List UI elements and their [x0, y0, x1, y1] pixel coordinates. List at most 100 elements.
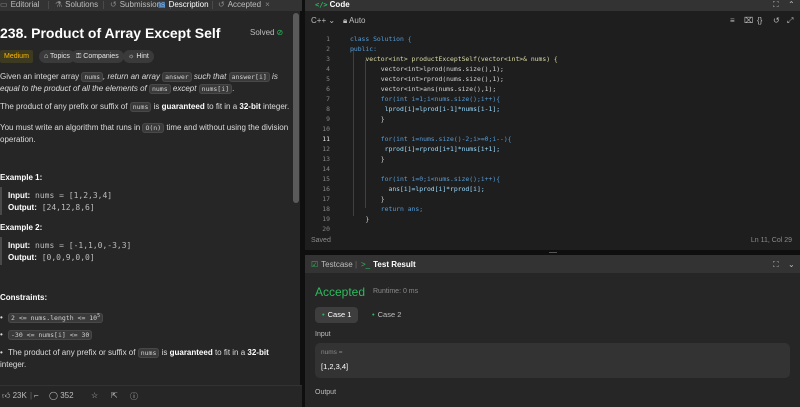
code-line: vector<int>ans(nums.size(),1); — [350, 85, 496, 93]
value: [0,0,9,0,0] — [41, 253, 95, 262]
code-line: for(int i=0;i<nums.size();i++){ — [350, 175, 500, 183]
editor-toolbar: C++ ⌄ 🔒︎ Auto ≡ ⌧ {} ↺ ⤢ — [305, 13, 800, 29]
line-number: 4 — [326, 65, 330, 73]
dislike-button[interactable]: ⌐ — [34, 391, 39, 400]
label: Input: — [8, 241, 31, 250]
star-icon: ☆ — [91, 391, 99, 400]
hint-button[interactable]: ☼ Hint — [123, 50, 154, 63]
collapse-icon[interactable]: ⌄ — [788, 260, 795, 269]
code-text: public: — [350, 45, 377, 53]
bullet: • — [0, 348, 3, 357]
lock-icon: 🔒︎ — [343, 16, 348, 25]
constraints-heading: Constraints: — [0, 293, 48, 302]
code-text: class Solution { — [350, 35, 412, 43]
code-text: } — [350, 215, 370, 223]
language-select[interactable]: C++ ⌄ — [311, 16, 335, 25]
solved-label: Solved — [250, 28, 275, 37]
favorite-button[interactable]: ☆ — [91, 391, 98, 400]
share-button[interactable]: ⇱ — [111, 391, 118, 400]
book-icon: ▭ — [0, 0, 8, 9]
comment-icon: ◯ — [49, 391, 58, 400]
case-tab-1[interactable]: • Case 1 — [315, 307, 359, 323]
likes-count: 23K — [12, 391, 27, 400]
inline-code: -30 <= nums[i] <= 30 — [8, 330, 93, 340]
page-title: 238. Product of Array Except Self — [0, 25, 221, 41]
line-number: 3 — [326, 55, 330, 63]
inline-code: answer — [162, 72, 192, 82]
maximize-icon[interactable]: ⛶ — [773, 0, 779, 10]
comments-count: 352 — [60, 391, 74, 400]
text: integer. — [0, 360, 27, 369]
collapse-icon[interactable]: ⌃ — [788, 0, 795, 10]
text: except — [170, 84, 199, 93]
autosave-indicator[interactable]: 🔒︎ Auto — [343, 16, 366, 26]
line-number: 5 — [326, 75, 330, 83]
code-title: Code — [329, 0, 350, 9]
text: integer. — [260, 102, 290, 111]
line-number: 15 — [322, 175, 330, 183]
inline-code: nums — [148, 84, 171, 94]
solved-status: Solved ⊘ — [250, 28, 283, 37]
code-line: } — [350, 115, 385, 123]
close-icon[interactable]: × — [265, 0, 270, 9]
code-text: for(int i=nums.size()-2;i>=0;i--){ — [350, 135, 512, 143]
text: , return an array — [103, 72, 163, 81]
companies-button[interactable]: ⚿ Companies — [71, 50, 124, 63]
line-number: 17 — [322, 195, 330, 203]
code-text: vector<int>rprod(nums.size(),1); — [350, 75, 504, 83]
tab-testcase[interactable]: ☑ Testcase — [311, 260, 353, 269]
expand-icon[interactable]: ⤢ — [787, 16, 793, 26]
thumbs-down-icon: ⌐ — [34, 391, 39, 400]
save-status: Saved — [311, 237, 331, 244]
code-editor[interactable]: 1 class Solution { 2 public: 3 vector<in… — [305, 32, 800, 233]
code-text: ans[i]=lprod[i]*rprod[i]; — [350, 185, 485, 193]
label: Input: — [8, 191, 31, 200]
text: The product of any prefix or suffix of — [0, 102, 130, 111]
tab-label: Test Result — [373, 260, 416, 269]
example-input: Input: nums = [-1,1,0,-3,3] — [8, 241, 131, 250]
scrollbar-thumb[interactable] — [293, 13, 299, 203]
example-bar — [0, 187, 2, 215]
problem-requirement: You must write an algorithm that runs in… — [0, 122, 290, 146]
input-box: nums = [1,2,3,4] — [315, 343, 790, 378]
code-tab[interactable]: </> Code — [315, 0, 350, 10]
code-text: for(int i=0;i<nums.size();i++){ — [350, 175, 501, 183]
braces-icon[interactable]: {} — [757, 16, 762, 25]
tab-description[interactable]: ▤ Description — [158, 0, 209, 11]
tab-label: Accepted — [227, 0, 262, 9]
code-text: vector<int>lprod(nums.size(),1); — [350, 65, 504, 73]
code-line: rprod[i]=rprod[i+1]*nums[i+1]; — [350, 145, 500, 153]
bold-text: guaranteed — [169, 348, 213, 357]
case-tab-2[interactable]: • Case 2 — [365, 307, 408, 323]
maximize-icon[interactable]: ⛶ — [773, 260, 779, 270]
line-number: 20 — [322, 225, 330, 233]
flask-icon: ⚗ — [55, 0, 63, 9]
topics-button[interactable]: ⌂ Topics — [39, 50, 75, 63]
bookmark-icon[interactable]: ⌧ — [744, 16, 753, 25]
tab-editorial[interactable]: ▭ Editorial — [0, 0, 39, 11]
help-button[interactable]: ⓘ — [130, 391, 138, 402]
constraint-item: • 2 <= nums.length <= 105 — [0, 313, 104, 324]
tab-accepted[interactable]: ↺ Accepted × — [218, 0, 270, 11]
code-line: vector<int> productExceptSelf(vector<int… — [350, 55, 557, 63]
text: The product of any prefix or suffix of — [8, 348, 138, 357]
difficulty-badge[interactable]: Medium — [0, 50, 33, 63]
tab-solutions[interactable]: ⚗ Solutions — [55, 0, 98, 11]
bold-text: guaranteed — [161, 102, 205, 111]
code-text: } — [350, 195, 385, 203]
like-button[interactable]: 👍︎ 23K — [2, 391, 27, 401]
format-icon[interactable]: ≡ — [730, 16, 735, 25]
text: You must write an algorithm that runs in — [0, 123, 143, 132]
reset-icon[interactable]: ↺ — [773, 16, 780, 25]
code-header: </> Code ⛶ ⌃ — [305, 0, 800, 11]
tab-label: Testcase — [321, 260, 353, 269]
bullet: • — [0, 330, 3, 339]
problem-guarantee: The product of any prefix or suffix of n… — [0, 101, 290, 113]
tab-test-result[interactable]: >_ Test Result — [361, 260, 416, 269]
bottom-action-bar: 👍︎ 23K | ⌐ ◯ 352 ☆ ⇱ ⓘ — [0, 385, 302, 407]
comments-button[interactable]: ◯ 352 — [49, 391, 74, 400]
inline-code: nums — [137, 348, 160, 358]
code-line: for(int i=1;i<nums.size();i++){ — [350, 95, 500, 103]
tab-submissions[interactable]: ↺ Submissions — [110, 0, 165, 11]
line-number: 14 — [322, 165, 330, 173]
